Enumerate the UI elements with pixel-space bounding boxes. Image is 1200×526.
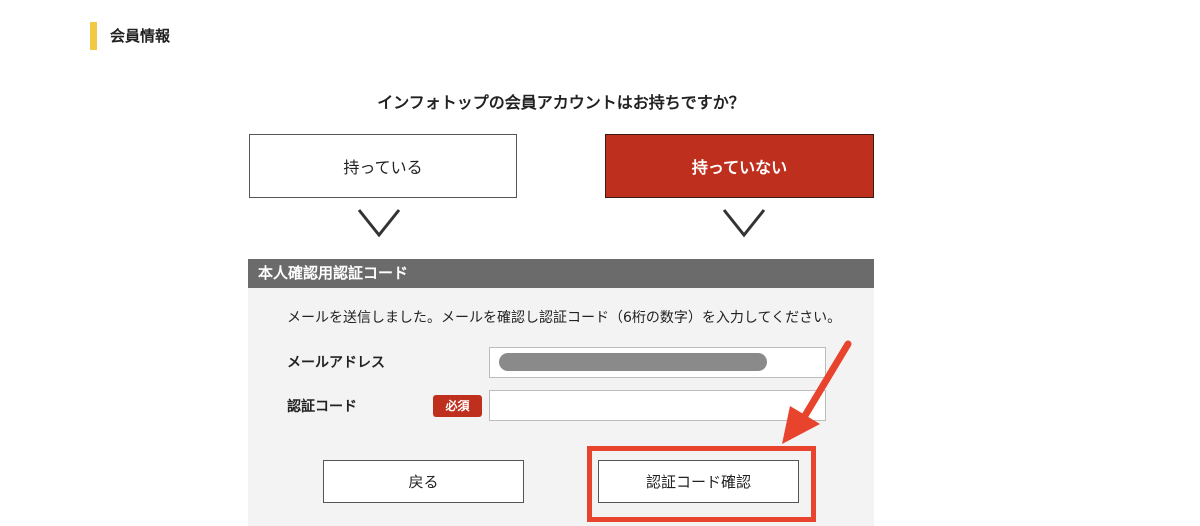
chevron-down-icon (357, 209, 401, 238)
code-label: 認証コード (287, 399, 357, 415)
redacted-email-mask (499, 353, 767, 371)
account-question: インフォトップの会員アカウントはお持ちですか？ (377, 93, 745, 112)
no-account-button[interactable]: 持っていない (605, 134, 874, 198)
verification-code-field[interactable] (489, 390, 826, 421)
chevron-down-icon (722, 209, 766, 238)
section-accent-bar (90, 22, 97, 50)
verification-instruction: メールを送信しました。メールを確認し認証コード（6桁の数字）を入力してください。 (287, 310, 842, 326)
required-badge: 必須 (433, 395, 482, 417)
section-title: 会員情報 (110, 27, 171, 45)
verify-code-button[interactable]: 認証コード確認 (598, 460, 799, 503)
back-button[interactable]: 戻る (323, 460, 524, 503)
email-label: メールアドレス (287, 355, 385, 371)
verification-panel-header: 本人確認用認証コード (248, 259, 874, 288)
have-account-button[interactable]: 持っている (249, 134, 517, 198)
